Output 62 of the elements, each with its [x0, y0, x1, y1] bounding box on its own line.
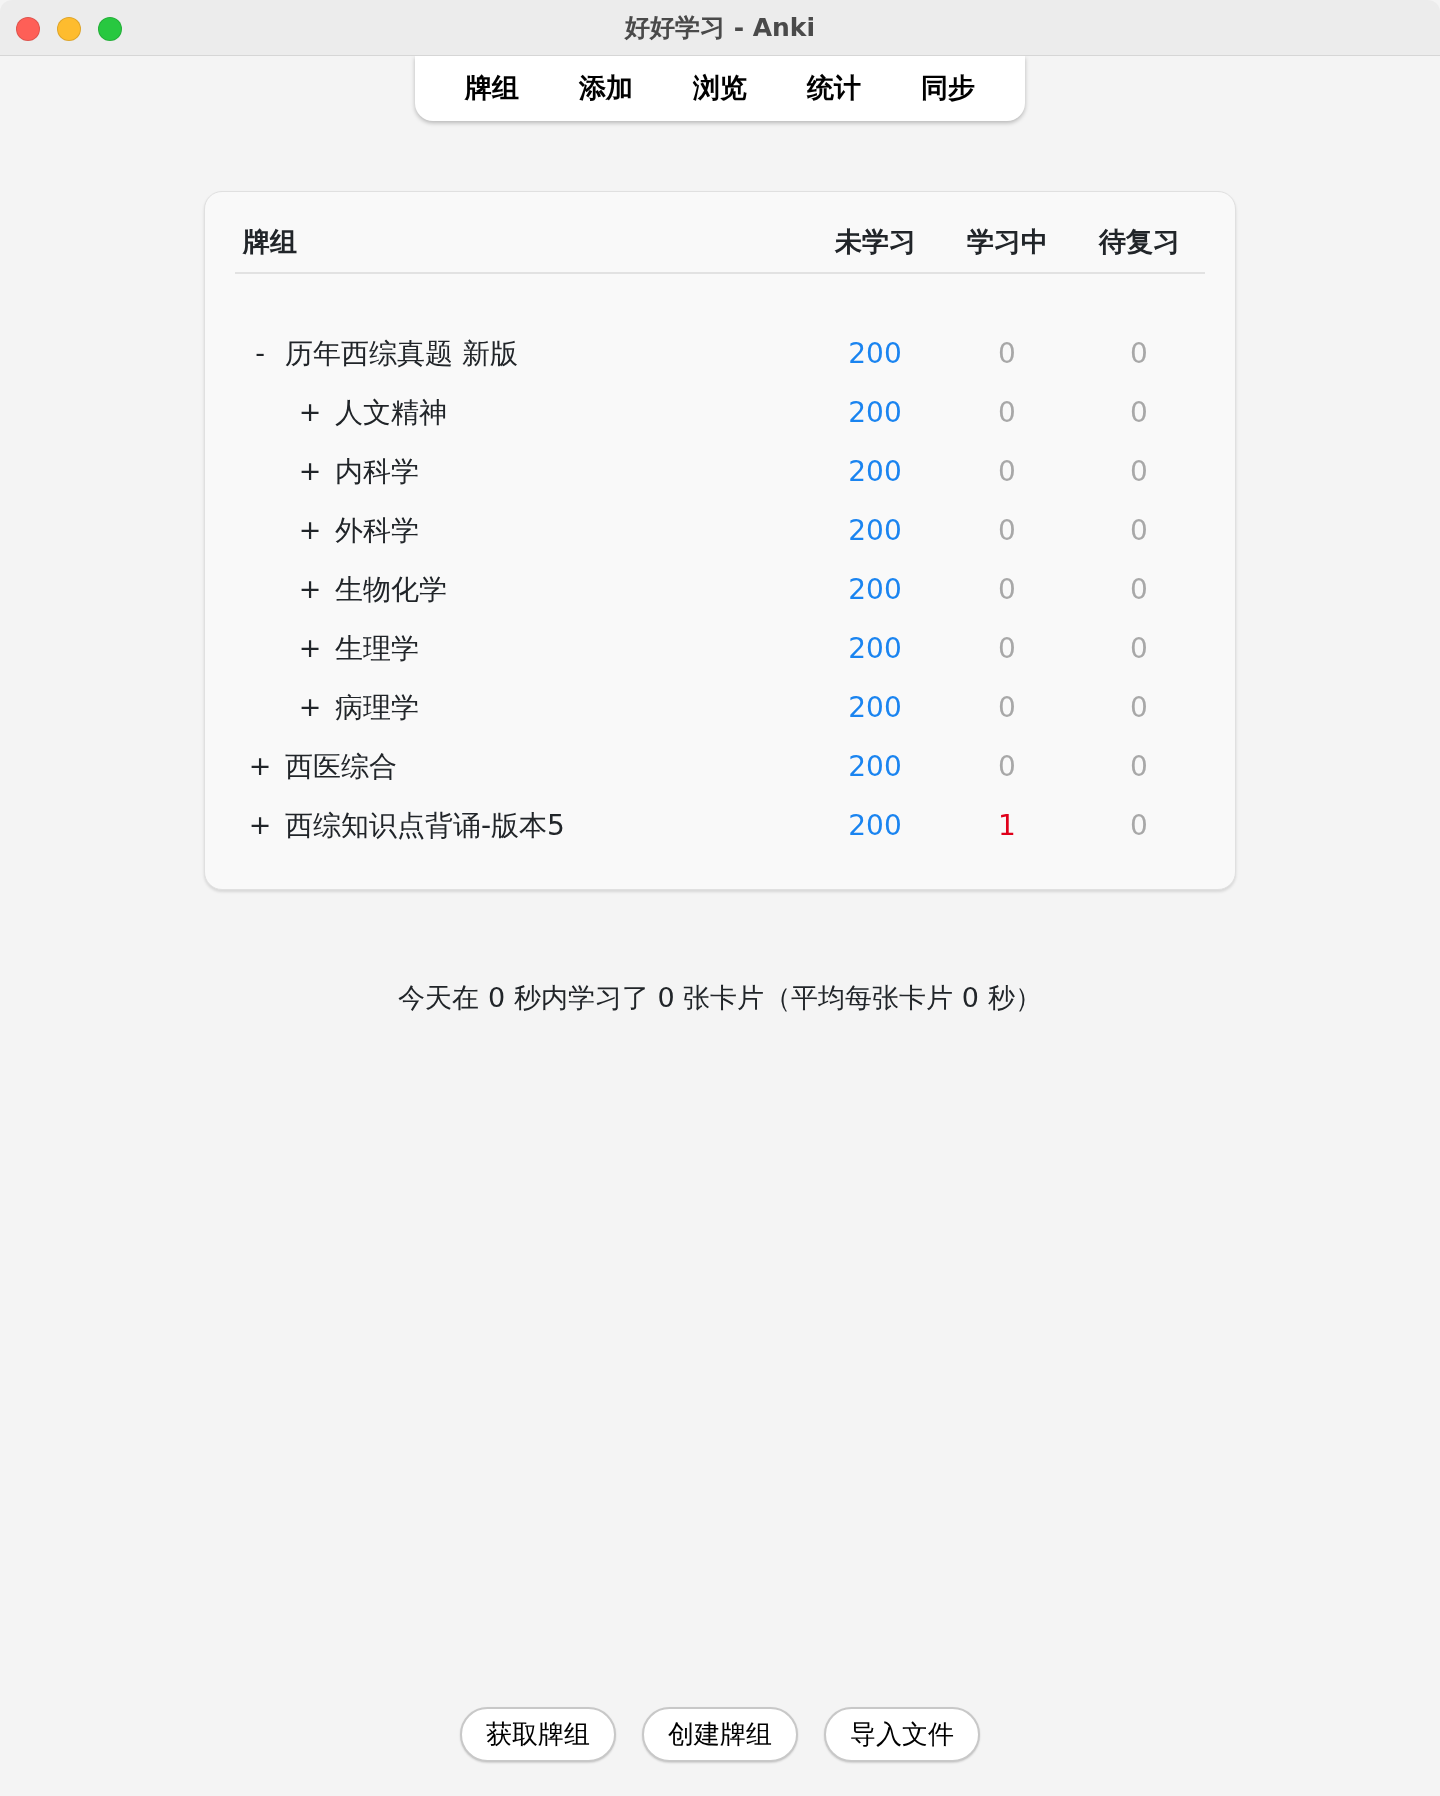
- expand-toggle[interactable]: +: [235, 746, 285, 787]
- card-count: 0: [1130, 631, 1148, 665]
- card-count: 200: [848, 749, 902, 783]
- deck-name[interactable]: 生物化学: [335, 568, 447, 611]
- card-count: 0: [1130, 336, 1148, 370]
- column-header: 牌组: [243, 224, 298, 259]
- card-count: 200: [848, 808, 902, 842]
- card-count: 0: [998, 513, 1016, 547]
- study-summary: 今天在 0 秒内学习了 0 张卡片（平均每张卡片 0 秒）: [397, 981, 1043, 1015]
- card-count: 0: [998, 336, 1016, 370]
- action-button[interactable]: 导入文件: [824, 1707, 980, 1762]
- column-header: 未学习: [833, 224, 917, 259]
- deck-name[interactable]: 外科学: [335, 509, 419, 552]
- expand-toggle[interactable]: +: [285, 628, 335, 669]
- toolbar-tab[interactable]: 同步: [891, 64, 1005, 113]
- card-count: 200: [848, 690, 902, 724]
- column-header: 学习中: [965, 224, 1049, 259]
- card-count: 0: [1130, 513, 1148, 547]
- column-header: 待复习: [1097, 224, 1181, 259]
- card-count: 0: [1130, 572, 1148, 606]
- expand-toggle[interactable]: +: [285, 569, 335, 610]
- deck-name[interactable]: 西医综合: [285, 745, 397, 788]
- card-count: 200: [848, 336, 902, 370]
- card-count: 0: [998, 454, 1016, 488]
- card-count: 200: [848, 454, 902, 488]
- card-count: 0: [1130, 395, 1148, 429]
- minimize-button[interactable]: [57, 17, 81, 41]
- window-title: 好好学习 - Anki: [624, 11, 816, 44]
- card-count: 0: [998, 572, 1016, 606]
- expand-toggle[interactable]: +: [285, 687, 335, 728]
- card-count: 0: [1130, 808, 1148, 842]
- expand-toggle[interactable]: +: [285, 451, 335, 492]
- deck-name[interactable]: 人文精神: [335, 391, 447, 434]
- card-count: 0: [998, 690, 1016, 724]
- card-count: 0: [1130, 749, 1148, 783]
- deck-name[interactable]: 西综知识点背诵-版本5: [285, 804, 565, 847]
- close-button[interactable]: [16, 17, 40, 41]
- card-count: 0: [1130, 454, 1148, 488]
- card-count: 1: [998, 808, 1016, 842]
- toolbar-tab[interactable]: 添加: [549, 64, 663, 113]
- card-count: 200: [848, 572, 902, 606]
- expand-toggle[interactable]: +: [235, 805, 285, 846]
- toolbar-tab[interactable]: 统计: [777, 64, 891, 113]
- card-count: 0: [998, 631, 1016, 665]
- action-button[interactable]: 创建牌组: [642, 1707, 798, 1762]
- deck-name[interactable]: 历年西综真题 新版: [285, 332, 518, 375]
- deck-name[interactable]: 内科学: [335, 450, 419, 493]
- card-count: 200: [848, 631, 902, 665]
- card-count: 200: [848, 513, 902, 547]
- expand-toggle[interactable]: -: [235, 333, 285, 374]
- expand-toggle[interactable]: +: [285, 510, 335, 551]
- toolbar-tab[interactable]: 浏览: [663, 64, 777, 113]
- deck-name[interactable]: 病理学: [335, 686, 419, 729]
- card-count: 0: [1130, 690, 1148, 724]
- zoom-button[interactable]: [98, 17, 122, 41]
- toolbar-tab[interactable]: 牌组: [435, 64, 549, 113]
- expand-toggle[interactable]: +: [285, 392, 335, 433]
- action-button[interactable]: 获取牌组: [460, 1707, 616, 1762]
- card-count: 200: [848, 395, 902, 429]
- card-count: 0: [998, 749, 1016, 783]
- card-count: 0: [998, 395, 1016, 429]
- deck-name[interactable]: 生理学: [335, 627, 419, 670]
